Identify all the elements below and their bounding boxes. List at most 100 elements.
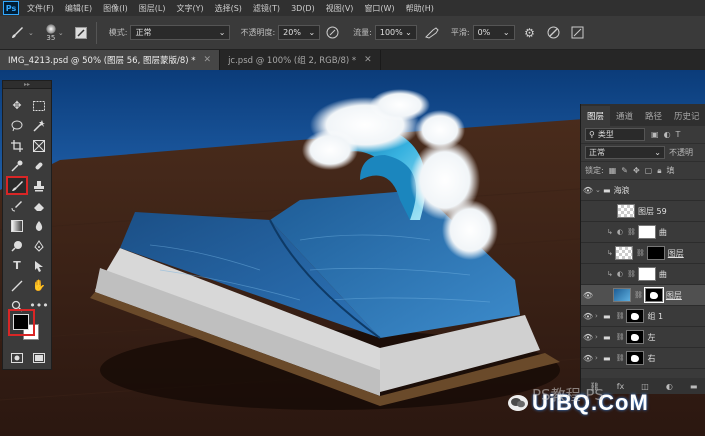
marquee-tool-icon[interactable] — [29, 97, 49, 114]
tab-layers[interactable]: 图层 — [581, 106, 611, 126]
opacity-label: 不透明度: — [240, 28, 276, 37]
layer-group-left[interactable]: 👁︎ › ▬ ⛓︎ 左 — [581, 327, 705, 348]
lock-artboard-icon[interactable]: ▢ — [645, 166, 653, 175]
layer-filter-select[interactable]: ⚲ 类型 — [585, 128, 645, 141]
folder-icon: ▬ — [603, 185, 611, 195]
layer-item[interactable]: · ↳ ⛓︎ 图层 — [581, 243, 705, 264]
visibility-toggle[interactable]: · — [581, 207, 595, 216]
menu-edit[interactable]: 编辑(E) — [65, 3, 92, 14]
menu-file[interactable]: 文件(F) — [27, 3, 54, 14]
blur-tool-icon[interactable] — [29, 217, 49, 234]
filter-image-icon[interactable]: ▣ — [651, 130, 659, 139]
lock-all-icon[interactable]: 🔒︎ — [657, 166, 661, 176]
lock-position-icon[interactable]: ✥ — [633, 166, 640, 175]
lock-image-icon[interactable]: ✎ — [621, 166, 628, 175]
visibility-toggle[interactable]: · — [581, 249, 595, 258]
brush-preset-picker[interactable]: 35 — [45, 23, 56, 42]
document-tab-jc[interactable]: jc.psd @ 100% (组 2, RGB/8) * ✕ — [220, 50, 381, 70]
watermark: PS教程 PS UiBQ.CoM — [508, 386, 649, 416]
visibility-toggle[interactable]: · — [581, 270, 595, 279]
menu-help[interactable]: 帮助(H) — [406, 3, 434, 14]
new-group-icon[interactable]: ▬ — [690, 382, 698, 391]
filter-type-icon[interactable]: T — [676, 130, 681, 139]
gear-icon[interactable]: ⚙ — [521, 24, 539, 42]
layer-group-1[interactable]: 👁︎ › ▬ ⛓︎ 组 1 — [581, 306, 705, 327]
type-tool-icon[interactable]: T — [7, 257, 27, 274]
menu-window[interactable]: 窗口(W) — [364, 3, 394, 14]
menu-select[interactable]: 选择(S) — [215, 3, 242, 14]
path-selection-tool-icon[interactable] — [29, 257, 49, 274]
close-icon[interactable]: ✕ — [364, 55, 372, 65]
eye-icon[interactable]: 👁︎ — [581, 186, 595, 195]
flow-field[interactable]: 100% ⌄ — [374, 25, 417, 40]
tab-channels[interactable]: 通道 — [610, 106, 639, 126]
layer-group-waves[interactable]: 👁︎ ⌄ ▬ 海浪 — [581, 180, 705, 201]
filter-adjust-icon[interactable]: ◐ — [664, 130, 671, 139]
mode-select[interactable]: 正常 ⌄ — [130, 25, 231, 40]
pen-tool-icon[interactable] — [29, 237, 49, 254]
brush-preset-chevron-icon[interactable]: ⌄ — [58, 29, 64, 37]
eye-icon[interactable]: 👁︎ — [581, 291, 595, 300]
separator — [95, 21, 97, 44]
menu-layer[interactable]: 图层(L) — [139, 3, 166, 14]
lock-transparent-icon[interactable]: ▦ — [609, 166, 617, 175]
document-tab-img4213[interactable]: IMG_4213.psd @ 50% (图层 56, 图层蒙版/8) * ✕ — [0, 50, 221, 70]
hand-tool-icon[interactable]: ✋ — [29, 277, 49, 294]
history-brush-tool-icon[interactable] — [7, 197, 27, 214]
line-tool-icon[interactable] — [7, 277, 27, 294]
close-icon[interactable]: ✕ — [204, 55, 212, 65]
smoothing-field[interactable]: 0% ⌄ — [472, 25, 515, 40]
chevron-right-icon[interactable]: › — [595, 333, 603, 341]
pressure-size-icon[interactable] — [569, 24, 587, 42]
blend-mode-select[interactable]: 正常 ⌄ — [585, 146, 665, 159]
eye-icon[interactable]: 👁︎ — [581, 312, 595, 321]
eye-icon[interactable]: 👁︎ — [581, 333, 595, 342]
menu-view[interactable]: 视图(V) — [326, 3, 354, 14]
search-icon: ⚲ — [589, 130, 595, 139]
gradient-tool-icon[interactable] — [7, 217, 27, 234]
brush-tool-icon[interactable] — [8, 24, 26, 42]
chevron-right-icon[interactable]: › — [595, 354, 603, 362]
layer-group-right[interactable]: 👁︎ › ▬ ⛓︎ 右 — [581, 348, 705, 369]
eye-icon[interactable]: 👁︎ — [581, 354, 595, 363]
healing-brush-tool-icon[interactable] — [29, 157, 49, 174]
tab-paths[interactable]: 路径 — [639, 106, 668, 126]
move-tool-icon[interactable]: ✥ — [7, 97, 27, 114]
pressure-opacity-icon[interactable] — [323, 24, 341, 42]
magic-wand-tool-icon[interactable] — [29, 117, 49, 134]
screen-mode-icon[interactable] — [29, 349, 49, 366]
brush-tool-icon[interactable] — [6, 176, 28, 195]
layer-item[interactable]: · 图层 59 — [581, 201, 705, 222]
toolbar-grip[interactable]: ▸▸ — [3, 81, 51, 89]
tool-preset-chevron-icon[interactable]: ⌄ — [28, 29, 34, 37]
lock-row: 锁定: ▦ ✎ ✥ ▢ 🔒︎ 填 — [581, 162, 705, 180]
frame-tool-icon[interactable] — [29, 137, 49, 154]
layer-mask-thumbnail — [626, 351, 645, 365]
eyedropper-tool-icon[interactable] — [7, 157, 27, 174]
clone-stamp-tool-icon[interactable] — [29, 177, 49, 194]
layer-item-selected[interactable]: 👁︎ ⛓︎ 图层 — [581, 285, 705, 306]
eraser-tool-icon[interactable] — [29, 197, 49, 214]
chevron-down-icon[interactable]: ⌄ — [595, 186, 603, 194]
menu-type[interactable]: 文字(Y) — [176, 3, 203, 14]
chevron-right-icon[interactable]: › — [595, 312, 603, 320]
layer-thumbnail — [614, 246, 633, 260]
link-icon: ⛓︎ — [626, 270, 636, 278]
layer-item[interactable]: · ↳ ◐ ⛓︎ 曲 — [581, 222, 705, 243]
dodge-tool-icon[interactable] — [7, 237, 27, 254]
opacity-field[interactable]: 20% ⌄ — [278, 25, 321, 40]
layer-item[interactable]: · ↳ ◐ ⛓︎ 曲 — [581, 264, 705, 285]
quick-mask-icon[interactable] — [7, 349, 27, 366]
visibility-toggle[interactable]: · — [581, 228, 595, 237]
brush-angle-icon[interactable] — [545, 24, 563, 42]
menu-3d[interactable]: 3D(D) — [291, 4, 315, 13]
lasso-tool-icon[interactable] — [7, 117, 27, 134]
menu-image[interactable]: 图像(I) — [103, 3, 128, 14]
tab-history[interactable]: 历史记 — [668, 106, 705, 126]
adjustment-layer-icon[interactable]: ◐ — [666, 382, 673, 391]
brush-settings-panel-icon[interactable] — [72, 24, 90, 42]
crop-tool-icon[interactable] — [7, 137, 27, 154]
airbrush-icon[interactable] — [423, 24, 441, 42]
blend-mode-value: 正常 — [589, 148, 605, 157]
menu-filter[interactable]: 滤镜(T) — [253, 3, 280, 14]
